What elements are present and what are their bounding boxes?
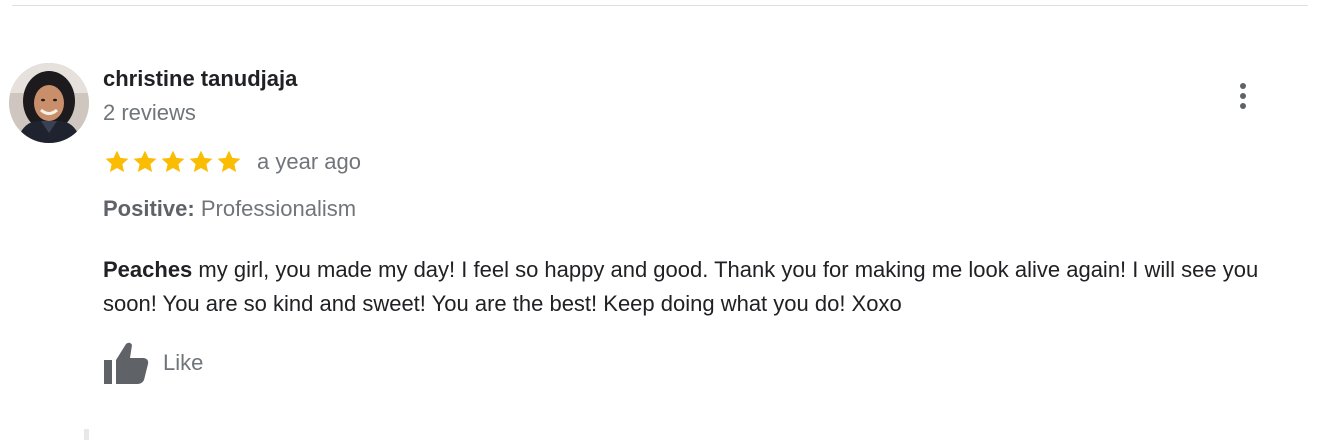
review-text-highlight: Peaches xyxy=(103,257,193,282)
avatar-image xyxy=(9,63,89,143)
like-button[interactable]: Like xyxy=(102,340,203,386)
reviewer-name[interactable]: christine tanudjaja xyxy=(103,66,297,92)
more-options-button[interactable] xyxy=(1228,78,1258,114)
avatar[interactable] xyxy=(9,63,89,143)
like-label: Like xyxy=(163,350,204,375)
review-count[interactable]: 2 reviews xyxy=(103,100,196,126)
star-icon xyxy=(189,150,213,173)
review-text-body: my girl, you made my day! I feel so happ… xyxy=(103,257,1259,316)
star-icon xyxy=(161,150,185,173)
star-icon xyxy=(133,150,157,173)
attribute-label: Positive: xyxy=(103,196,195,221)
attribute-value: Professionalism xyxy=(200,196,357,221)
star-icon xyxy=(105,150,129,173)
review-text: Peaches my girl, you made my day! I feel… xyxy=(103,253,1318,321)
star-icon xyxy=(217,150,241,173)
review-attribute: Positive: Professionalism xyxy=(103,196,356,222)
thumbs-up-icon xyxy=(104,342,149,384)
top-divider xyxy=(12,5,1308,6)
star-rating xyxy=(103,148,243,176)
review-time: a year ago xyxy=(257,149,361,174)
more-vert-icon xyxy=(1240,83,1246,109)
rating-row: a year ago xyxy=(103,146,361,178)
next-review-edge xyxy=(84,429,89,440)
